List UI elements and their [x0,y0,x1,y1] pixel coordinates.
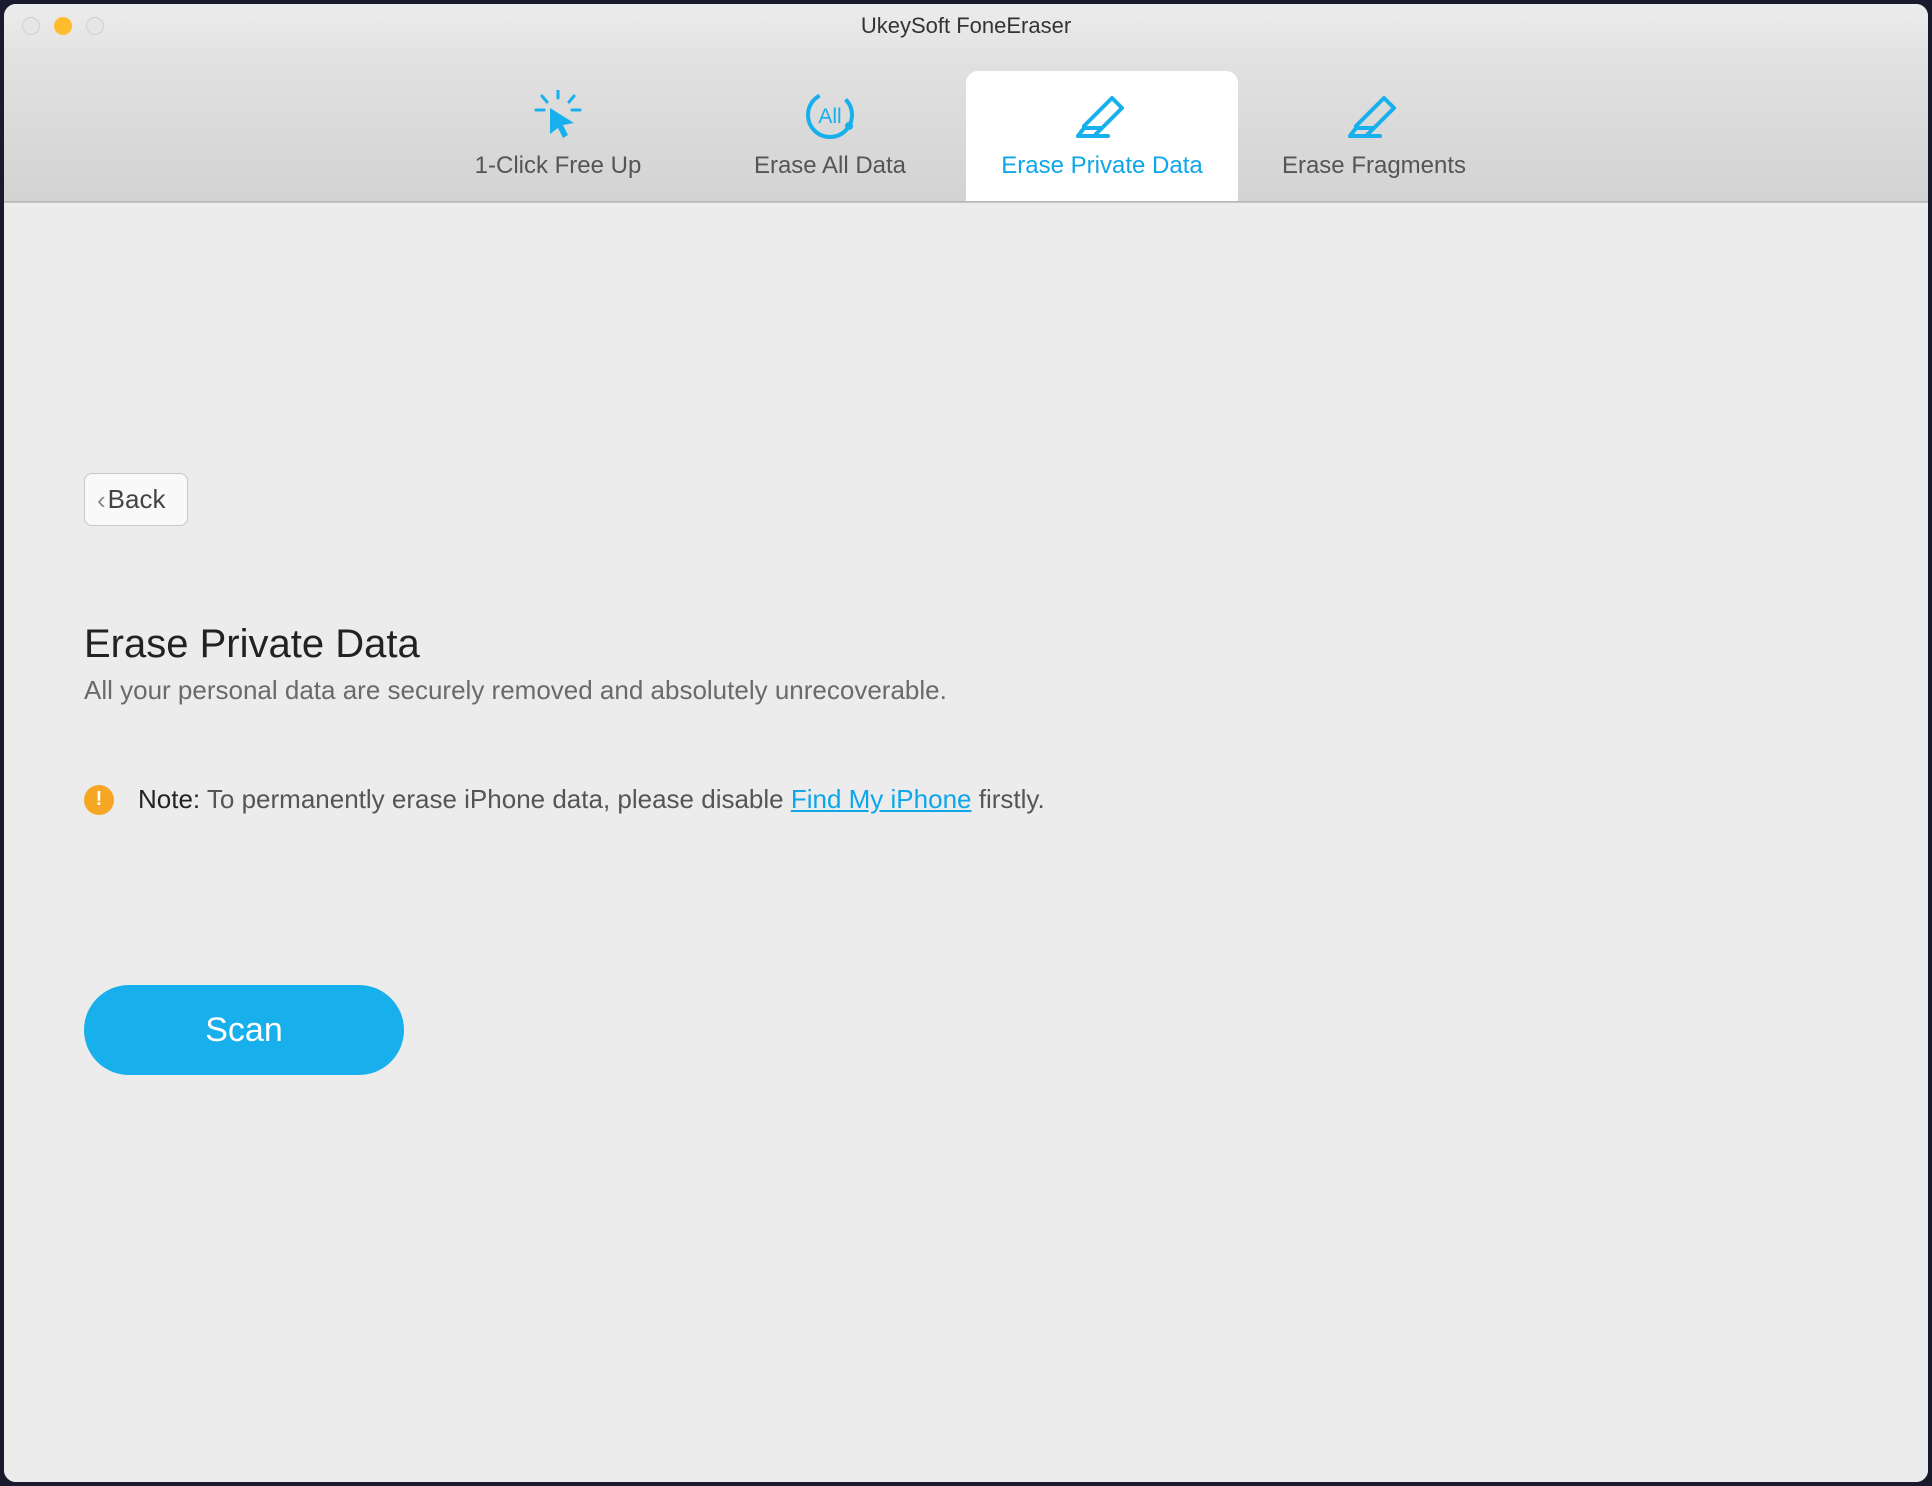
tab-erase-private-data[interactable]: Erase Private Data [966,71,1238,201]
note-row: ! Note: To permanently erase iPhone data… [84,784,1848,815]
tab-label: Erase Fragments [1282,152,1466,180]
tab-erase-all-data[interactable]: All Erase All Data [694,71,966,201]
note-body-after: firstly. [972,784,1045,814]
tab-label: 1-Click Free Up [475,152,642,180]
back-button[interactable]: ‹ Back [84,473,188,526]
click-freeup-icon [530,92,586,138]
page-heading: Erase Private Data [84,622,1848,667]
warning-icon: ! [84,785,114,815]
note-text: Note: To permanently erase iPhone data, … [138,784,1045,815]
maximize-window-button[interactable] [86,17,104,35]
close-window-button[interactable] [22,17,40,35]
erase-private-icon [1074,92,1130,138]
note-body-before: To permanently erase iPhone data, please… [200,784,791,814]
scan-button[interactable]: Scan [84,985,404,1075]
erase-all-icon: All [802,92,858,138]
titlebar: UkeySoft FoneEraser [4,4,1928,48]
minimize-window-button[interactable] [54,17,72,35]
tabbar: 1-Click Free Up All Erase All Data Erase… [4,48,1928,202]
chevron-left-icon: ‹ [97,487,106,513]
note-label: Note: [138,784,200,814]
tab-label: Erase All Data [754,152,906,180]
traffic-lights [22,17,104,35]
window-title: UkeySoft FoneEraser [22,13,1910,39]
tab-label: Erase Private Data [1001,152,1202,180]
app-window: UkeySoft FoneEraser 1-Click Free Up [4,4,1928,1482]
tab-erase-fragments[interactable]: Erase Fragments [1238,71,1510,201]
erase-fragments-icon [1346,92,1402,138]
back-button-label: Back [108,484,166,515]
main-content: ‹ Back Erase Private Data All your perso… [4,202,1928,1482]
find-my-iphone-link[interactable]: Find My iPhone [791,784,972,814]
svg-text:All: All [818,105,841,128]
page-subtitle: All your personal data are securely remo… [84,675,1848,706]
tab-1-click-free-up[interactable]: 1-Click Free Up [422,71,694,201]
